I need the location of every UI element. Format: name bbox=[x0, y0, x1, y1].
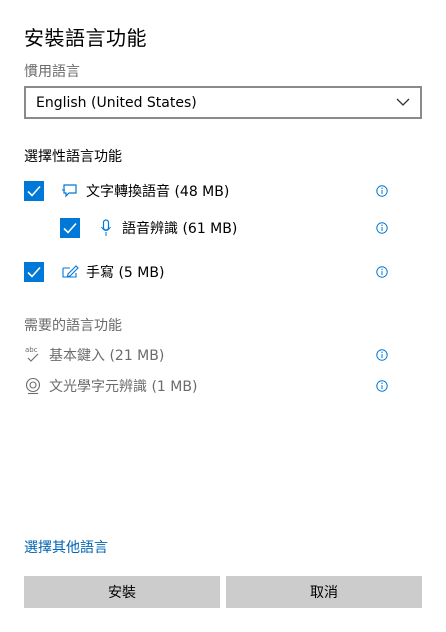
info-icon[interactable] bbox=[376, 349, 388, 361]
chevron-down-icon bbox=[396, 98, 410, 106]
ocr-camera-icon bbox=[24, 377, 42, 395]
abc-spellcheck-icon: abc bbox=[24, 346, 42, 364]
dialog-title: 安裝語言功能 bbox=[24, 26, 147, 50]
install-button[interactable]: 安裝 bbox=[24, 576, 220, 608]
feature-label: 手寫 (5 MB) bbox=[86, 265, 165, 281]
preferred-language-label: 慣用語言 bbox=[24, 64, 80, 80]
checkmark-icon bbox=[27, 185, 41, 197]
checkbox-tts[interactable] bbox=[24, 181, 44, 201]
optional-feature-handwriting: 手寫 (5 MB) bbox=[24, 260, 422, 284]
svg-text:abc: abc bbox=[25, 346, 38, 354]
feature-label: 基本鍵入 (21 MB) bbox=[49, 348, 165, 364]
checkmark-icon bbox=[63, 222, 77, 234]
optional-feature-speech: 語音辨識 (61 MB) bbox=[60, 216, 422, 240]
microphone-icon bbox=[97, 219, 115, 237]
info-icon[interactable] bbox=[376, 380, 388, 392]
info-icon[interactable] bbox=[376, 185, 388, 197]
feature-label: 文光學字元辨識 (1 MB) bbox=[49, 379, 198, 395]
info-icon[interactable] bbox=[376, 222, 388, 234]
language-dropdown[interactable]: English (United States) bbox=[24, 86, 422, 119]
required-feature-typing: abc 基本鍵入 (21 MB) bbox=[24, 343, 422, 367]
pen-icon bbox=[61, 263, 79, 281]
speech-bubble-icon bbox=[61, 182, 79, 200]
optional-features-heading: 選擇性語言功能 bbox=[24, 149, 122, 165]
checkmark-icon bbox=[27, 266, 41, 278]
checkbox-handwriting[interactable] bbox=[24, 262, 44, 282]
feature-label: 語音辨識 (61 MB) bbox=[122, 221, 238, 237]
cancel-button[interactable]: 取消 bbox=[226, 576, 422, 608]
required-features-heading: 需要的語言功能 bbox=[24, 318, 122, 334]
feature-label: 文字轉換語音 (48 MB) bbox=[86, 184, 230, 200]
optional-feature-tts: 文字轉換語音 (48 MB) bbox=[24, 179, 422, 203]
selected-language-value: English (United States) bbox=[36, 94, 197, 111]
checkbox-speech[interactable] bbox=[60, 218, 80, 238]
info-icon[interactable] bbox=[376, 266, 388, 278]
required-feature-ocr: 文光學字元辨識 (1 MB) bbox=[24, 374, 422, 398]
choose-other-language-link[interactable]: 選擇其他語言 bbox=[24, 537, 108, 557]
